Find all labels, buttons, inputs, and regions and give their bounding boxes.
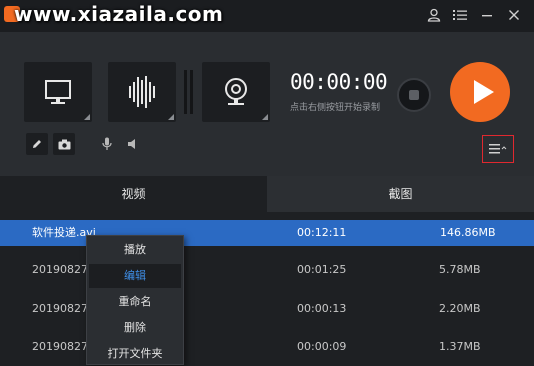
file-row[interactable]: 20190827 00:01:25 5.78MB [0, 257, 534, 283]
pencil-icon[interactable] [26, 133, 48, 155]
volume-meter-left [184, 70, 187, 114]
file-duration: 00:01:25 [297, 263, 347, 276]
source-options-corner[interactable] [262, 114, 268, 120]
webcam-icon [225, 78, 247, 105]
tab-screenshots[interactable]: 截图 [267, 176, 534, 212]
file-name: 20190827 [32, 263, 88, 276]
list-toggle-button[interactable] [482, 135, 514, 163]
tab-bar: 视频 截图 [0, 176, 534, 212]
context-menu: 播放 编辑 重命名 删除 打开文件夹 [86, 235, 184, 365]
file-name: 20190827 [32, 340, 88, 353]
menu-item-rename[interactable]: 重命名 [89, 290, 181, 314]
file-size: 146.86MB [440, 226, 496, 239]
record-button[interactable] [450, 62, 510, 122]
microphone-icon[interactable] [96, 133, 118, 155]
camera-icon[interactable] [53, 133, 75, 155]
source-options-corner[interactable] [168, 114, 174, 120]
list-menu-icon[interactable] [451, 6, 469, 24]
file-row[interactable]: 20190827 00:00:13 2.20MB [0, 296, 534, 322]
stop-button[interactable] [397, 78, 431, 112]
title-bar: www.xiazaila.com [0, 0, 534, 32]
minimize-icon[interactable] [478, 6, 496, 24]
webcam-source-button[interactable] [202, 62, 270, 122]
watermark-text: www.xiazaila.com [14, 2, 224, 26]
file-duration: 00:12:11 [297, 226, 347, 239]
screen-source-button[interactable] [24, 62, 92, 122]
menu-item-play[interactable]: 播放 [89, 238, 181, 262]
menu-item-delete[interactable]: 删除 [89, 316, 181, 340]
file-duration: 00:00:09 [297, 340, 347, 353]
file-list: 软件投递.avi 00:12:11 146.86MB 20190827 00:0… [0, 212, 534, 356]
file-size: 5.78MB [439, 263, 481, 276]
file-size: 2.20MB [439, 302, 481, 315]
waveform-icon [129, 76, 155, 108]
control-panel: 00:00:00 点击右侧按钮开始录制 [0, 32, 534, 176]
file-row[interactable]: 软件投递.avi 00:12:11 146.86MB [0, 220, 534, 246]
audio-source-button[interactable] [108, 62, 176, 122]
source-options-corner[interactable] [84, 114, 90, 120]
file-row[interactable]: 20190827 00:00:09 1.37MB [0, 334, 534, 360]
speaker-icon[interactable] [122, 133, 144, 155]
recording-timer: 00:00:00 [290, 70, 388, 94]
menu-item-edit[interactable]: 编辑 [89, 264, 181, 288]
hamburger-icon [489, 144, 507, 154]
menu-item-open-folder[interactable]: 打开文件夹 [89, 342, 181, 366]
stop-icon [409, 90, 419, 100]
file-size: 1.37MB [439, 340, 481, 353]
file-name: 20190827 [32, 302, 88, 315]
monitor-icon [45, 80, 71, 104]
recording-hint: 点击右侧按钮开始录制 [290, 103, 381, 113]
close-icon[interactable] [505, 6, 523, 24]
tab-video[interactable]: 视频 [0, 176, 267, 212]
file-duration: 00:00:13 [297, 302, 347, 315]
user-icon[interactable] [425, 6, 443, 24]
volume-meter-right [190, 70, 193, 114]
play-icon [474, 80, 494, 104]
